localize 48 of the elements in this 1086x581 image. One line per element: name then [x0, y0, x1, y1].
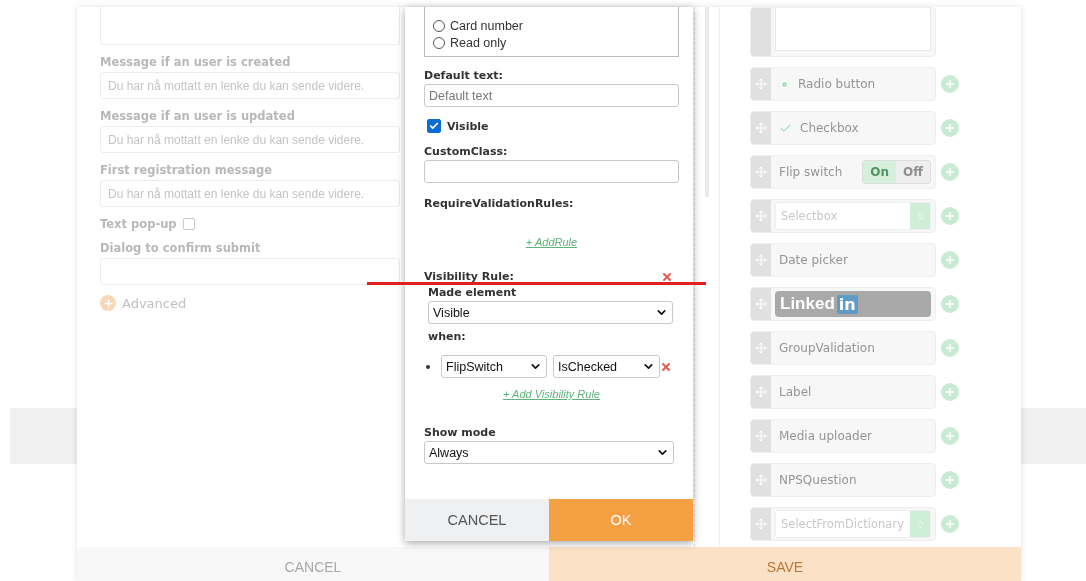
- logo-badge: in: [836, 294, 858, 314]
- palette-item[interactable]: Label: [750, 375, 936, 409]
- palette-item[interactable]: GroupValidation: [750, 331, 936, 365]
- field-label: Show mode: [424, 426, 497, 439]
- palette-item[interactable]: Radio button: [750, 67, 936, 101]
- switch-on-label: On: [863, 161, 897, 183]
- logo-word: Linked: [780, 294, 835, 314]
- input-field[interactable]: Default text: [424, 84, 679, 107]
- field-label: Text pop-up: [100, 217, 177, 231]
- palette-label: GroupValidation: [779, 341, 875, 355]
- field-label: CustomClass:: [424, 145, 509, 158]
- palette-item[interactable]: Checkbox: [750, 111, 936, 145]
- palette-label: Radio button: [798, 77, 876, 91]
- select-field[interactable]: Always: [424, 441, 674, 464]
- cancel-button[interactable]: CANCEL: [405, 499, 549, 541]
- save-button[interactable]: SAVE: [549, 547, 1021, 581]
- field-label: Message if an user is updated: [100, 109, 296, 123]
- palette-item[interactable]: Flip switch On Off: [750, 155, 936, 189]
- field-label: Made element: [428, 286, 518, 299]
- field-label: RequireValidationRules:: [424, 197, 575, 210]
- switch-off-label: Off: [896, 161, 930, 183]
- palette-item[interactable]: Linked in: [750, 287, 936, 321]
- field-label: Visibility Rule:: [424, 270, 514, 283]
- add-rule-link[interactable]: + AddRule: [525, 236, 578, 248]
- field-label: Message if an user is created: [100, 55, 292, 69]
- palette-label: Checkbox: [800, 121, 859, 135]
- palette-label: Media uploader: [779, 429, 873, 443]
- palette-label: NPSQuestion: [779, 473, 857, 487]
- palette-item[interactable]: NPSQuestion: [750, 463, 936, 497]
- select-field[interactable]: IsChecked: [553, 355, 660, 378]
- palette-label: Flip switch: [779, 165, 843, 179]
- select-field[interactable]: FlipSwitch: [441, 355, 547, 378]
- palette-item[interactable]: Date picker: [750, 243, 936, 277]
- palette-label: Date picker: [779, 253, 848, 267]
- select-field[interactable]: Visible: [428, 301, 673, 324]
- radio-option[interactable]: Read only: [433, 36, 670, 50]
- radio-option[interactable]: Card number: [433, 19, 670, 33]
- ok-button[interactable]: OK: [549, 499, 693, 541]
- visible-checkbox[interactable]: Visible: [427, 119, 679, 133]
- field-label: when:: [428, 330, 467, 343]
- palette-label: Label: [779, 385, 812, 399]
- field-label: Default text:: [424, 69, 504, 82]
- advanced-link[interactable]: Advanced: [122, 295, 187, 311]
- add-visibility-rule-link[interactable]: + Add Visibility Rule: [503, 388, 600, 400]
- field-label: First registration message: [100, 163, 274, 177]
- cancel-button[interactable]: CANCEL: [77, 547, 549, 581]
- field-label: Dialog to confirm submit: [100, 241, 262, 255]
- palette-item[interactable]: Media uploader: [750, 419, 936, 453]
